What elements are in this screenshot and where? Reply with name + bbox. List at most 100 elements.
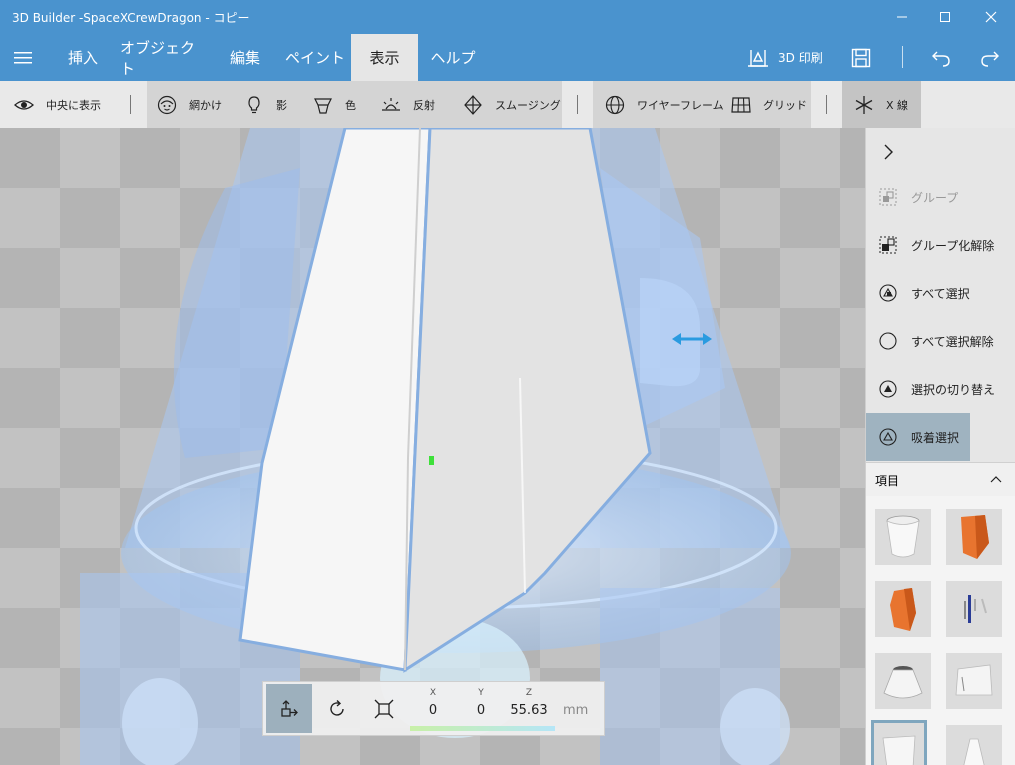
center-pivot-marker[interactable] [429, 456, 434, 465]
collapse-panel-button[interactable] [866, 128, 1015, 176]
group-button[interactable]: グループ [866, 173, 1015, 221]
group-label: グループ [911, 190, 959, 205]
3d-print-button[interactable]: 3D 印刷 [746, 34, 823, 81]
xray-label: X 線 [886, 98, 909, 112]
item-thumbnail[interactable] [875, 509, 931, 565]
undo-button[interactable] [921, 34, 961, 81]
items-header-label: 項目 [875, 474, 900, 488]
tab-object[interactable]: オブジェクト [120, 34, 208, 81]
wireframe-label: ワイヤーフレーム [637, 98, 724, 112]
item-thumbnail[interactable] [875, 581, 931, 637]
hamburger-icon [14, 51, 32, 63]
scale-tool-button[interactable] [361, 684, 407, 733]
mesh-label: 網かけ [189, 98, 222, 112]
redo-button[interactable] [970, 34, 1010, 81]
fin-shape-icon [963, 738, 985, 765]
group-icon [879, 188, 897, 206]
panel-shape-icon [955, 664, 993, 696]
orange-part-icon [961, 515, 989, 559]
x-label: X [429, 688, 437, 698]
ungroup-icon [879, 236, 897, 254]
color-button[interactable]: 色 [313, 81, 356, 128]
reflection-label: 反射 [413, 98, 435, 112]
reflection-button[interactable]: 反射 [381, 81, 435, 128]
save-button[interactable] [841, 34, 881, 81]
select-all-button[interactable]: すべて選択 [866, 269, 1015, 317]
move-tool-button[interactable] [266, 684, 312, 733]
ungroup-button[interactable]: グループ化解除 [866, 221, 1015, 269]
toolbar-separator [577, 95, 578, 114]
snap-select-button[interactable]: 吸着選択 [866, 413, 970, 461]
tab-paint[interactable]: ペイント [280, 34, 350, 81]
item-thumbnail[interactable] [875, 653, 931, 709]
maximize-icon [940, 12, 950, 22]
item-thumbnail[interactable] [946, 725, 1002, 765]
grid-label: グリッド [763, 98, 807, 112]
maximize-button[interactable] [922, 0, 968, 34]
deselect-all-icon [879, 332, 897, 350]
z-value: 55.63 [510, 703, 548, 718]
window-title: 3D Builder -SpaceXCrewDragon - コピー [12, 11, 250, 25]
wireframe-button[interactable]: ワイヤーフレーム [605, 81, 724, 128]
toolbar-separator [826, 95, 827, 114]
orange-part-icon [890, 588, 916, 631]
chevron-right-icon [884, 144, 893, 160]
cup-shape-icon [886, 515, 920, 558]
transform-panel: X 0 Y 0 Z 55.63 mm [262, 681, 605, 736]
close-icon [985, 11, 997, 23]
menu-bar: 挿入 オブジェクト 編集 ペイント 表示 ヘルプ 3D 印刷 [0, 34, 1015, 81]
mesh-button[interactable]: 網かけ [157, 81, 222, 128]
close-button[interactable] [968, 0, 1014, 34]
tab-insert[interactable]: 挿入 [53, 34, 113, 81]
deselect-all-button[interactable]: すべて選択解除 [866, 317, 1015, 365]
lightbulb-icon [248, 95, 260, 113]
eye-icon [14, 99, 34, 110]
ungroup-label: グループ化解除 [911, 238, 995, 253]
items-list [866, 496, 1015, 765]
thruster [122, 678, 198, 765]
trunk-shape-icon [882, 735, 916, 765]
toolbar-separator [130, 95, 131, 114]
rotate-tool-button[interactable] [314, 684, 360, 733]
small-parts-icon [964, 595, 987, 623]
select-all-label: すべて選択 [911, 286, 970, 301]
axis-indicator-bar [410, 726, 555, 731]
minimize-button[interactable] [879, 0, 925, 34]
chevron-up-icon [990, 476, 1002, 483]
smoothing-button[interactable]: スムージング [463, 81, 561, 128]
minimize-icon [897, 16, 907, 18]
unit-label: mm [563, 703, 589, 718]
invert-selection-button[interactable]: 選択の切り替え [866, 365, 1015, 413]
center-view-button[interactable]: 中央に表示 [14, 81, 101, 128]
snap-select-label: 吸着選択 [911, 430, 960, 445]
item-thumbnail-selected[interactable] [871, 720, 927, 765]
3d-print-label: 3D 印刷 [778, 51, 823, 65]
xray-button[interactable]: X 線 [854, 81, 908, 128]
asterisk-icon [855, 95, 873, 114]
item-thumbnail[interactable] [946, 653, 1002, 709]
grid-button[interactable]: グリッド [731, 81, 807, 128]
hamburger-menu-button[interactable] [0, 34, 46, 81]
item-thumbnail[interactable] [946, 509, 1002, 565]
cone-shape-icon [883, 666, 923, 699]
sunrise-icon [382, 97, 400, 111]
item-thumbnail[interactable] [946, 581, 1002, 637]
z-label: Z [525, 688, 533, 698]
y-value: 0 [476, 703, 486, 718]
items-header[interactable]: 項目 [866, 462, 1015, 496]
3d-viewport[interactable] [0, 128, 865, 765]
select-all-icon [879, 284, 897, 302]
grid-icon [731, 96, 751, 113]
xray-group: X 線 [842, 81, 921, 128]
shadow-button[interactable]: 影 [244, 81, 287, 128]
menu-separator [902, 46, 903, 68]
y-label: Y [478, 688, 484, 698]
smoothing-label: スムージング [495, 98, 561, 112]
tab-edit[interactable]: 編集 [218, 34, 272, 81]
tab-view[interactable]: 表示 [351, 34, 418, 81]
undo-icon [932, 51, 950, 67]
tab-help[interactable]: ヘルプ [424, 34, 482, 81]
invert-selection-label: 選択の切り替え [911, 382, 996, 397]
center-view-label: 中央に表示 [46, 98, 101, 112]
face-mesh-icon [157, 95, 177, 114]
